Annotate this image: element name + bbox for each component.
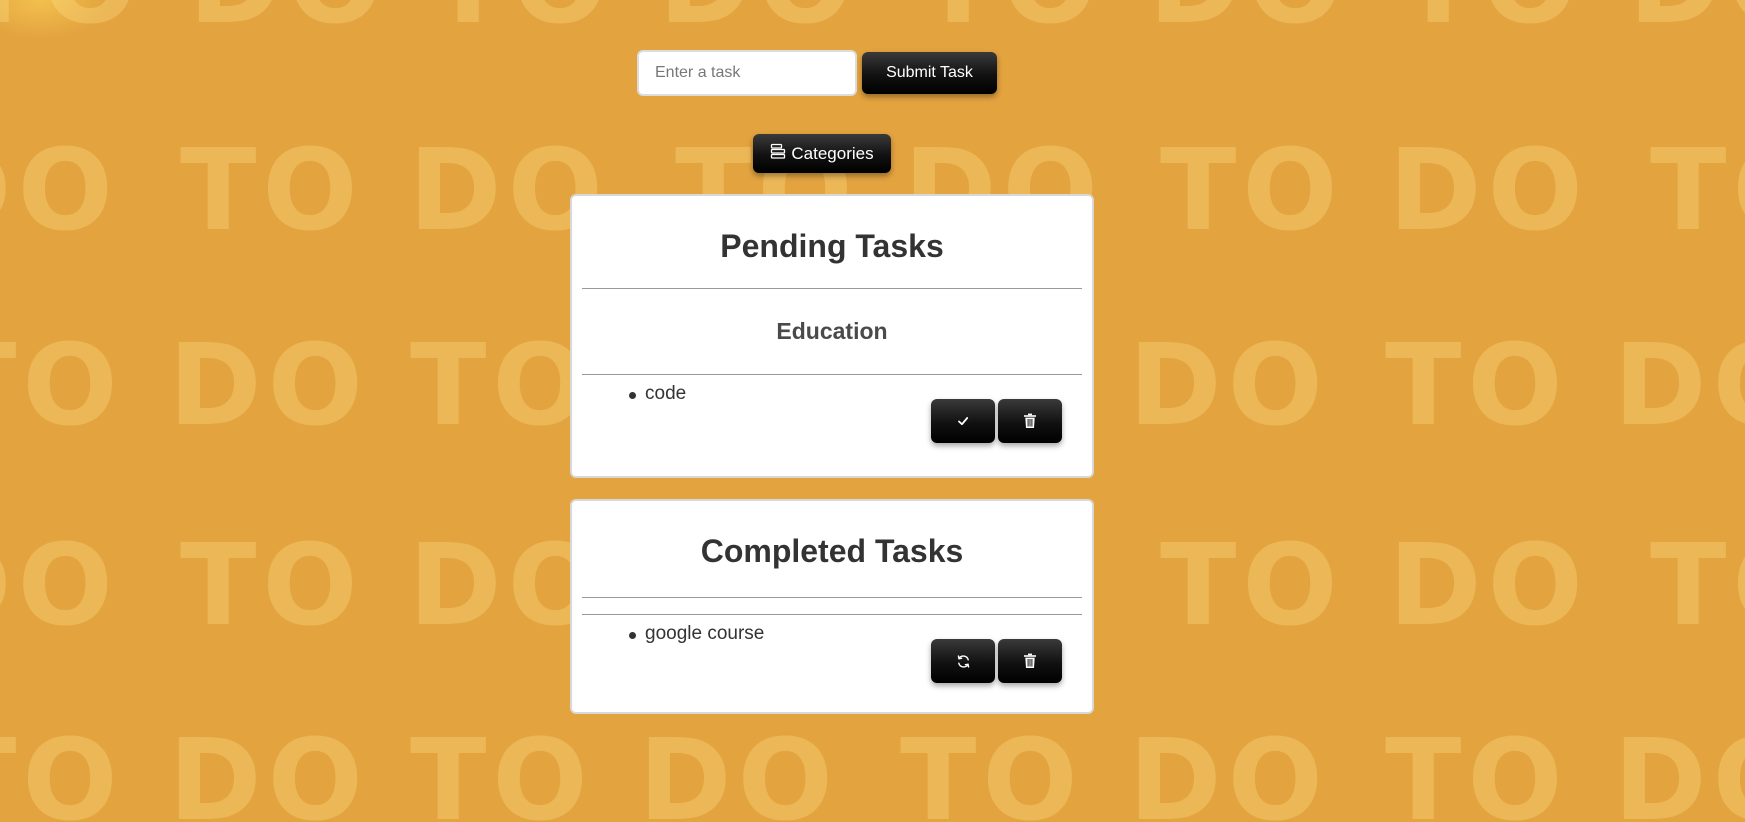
bullet	[629, 392, 636, 399]
background-word: TO DO	[1650, 521, 1745, 651]
background-word: TO DO	[1385, 716, 1745, 822]
check-icon	[956, 414, 970, 428]
background-word: TO DO	[900, 716, 1329, 822]
background-word: TO DO	[0, 126, 119, 256]
background-word: TO DO	[920, 0, 1349, 40]
background-word: TO DO	[410, 716, 839, 822]
categories-button[interactable]: Categories	[753, 134, 891, 173]
task-actions	[931, 399, 1062, 443]
background-word: TO DO	[0, 716, 369, 822]
background-word: TO DO	[1160, 521, 1589, 651]
task-text: google course	[645, 623, 765, 644]
task-input[interactable]	[637, 50, 857, 96]
background-word: TO DO	[1160, 126, 1589, 256]
list-item: google course	[572, 615, 1092, 685]
task-actions	[931, 639, 1062, 683]
background-word: TO DO	[180, 126, 609, 256]
background-word: TO DO	[1385, 321, 1745, 451]
delete-task-button[interactable]	[998, 639, 1062, 683]
complete-task-button[interactable]	[931, 399, 995, 443]
background-glow	[0, 0, 110, 40]
pending-tasks-card: Pending Tasks Education code	[570, 194, 1094, 478]
submit-task-button[interactable]: Submit Task	[862, 52, 997, 94]
task-text: code	[645, 383, 687, 404]
categories-label: Categories	[791, 143, 874, 163]
trash-icon	[1023, 413, 1037, 429]
trash-icon	[1023, 653, 1037, 669]
completed-tasks-title: Completed Tasks	[700, 533, 964, 569]
delete-task-button[interactable]	[998, 399, 1062, 443]
stack-icon	[770, 143, 786, 164]
completed-tasks-card: Completed Tasks google course	[570, 499, 1094, 714]
category-spacer	[572, 598, 1092, 614]
background-word: TO DO	[1400, 0, 1745, 40]
category-title-education: Education	[776, 318, 888, 344]
background-word: TO DO	[180, 521, 609, 651]
background-word: TO DO	[0, 521, 119, 651]
background-word: TO DO	[0, 0, 389, 40]
list-item: code	[572, 375, 1092, 445]
restore-task-button[interactable]	[931, 639, 995, 683]
bullet	[629, 632, 636, 639]
add-task-form: Submit Task	[637, 50, 997, 96]
pending-tasks-title: Pending Tasks	[720, 228, 944, 264]
refresh-icon	[956, 654, 971, 669]
background-word: TO DO	[0, 321, 369, 451]
background-word: TO DO	[430, 0, 859, 40]
background-word: TO DO	[1650, 126, 1745, 256]
